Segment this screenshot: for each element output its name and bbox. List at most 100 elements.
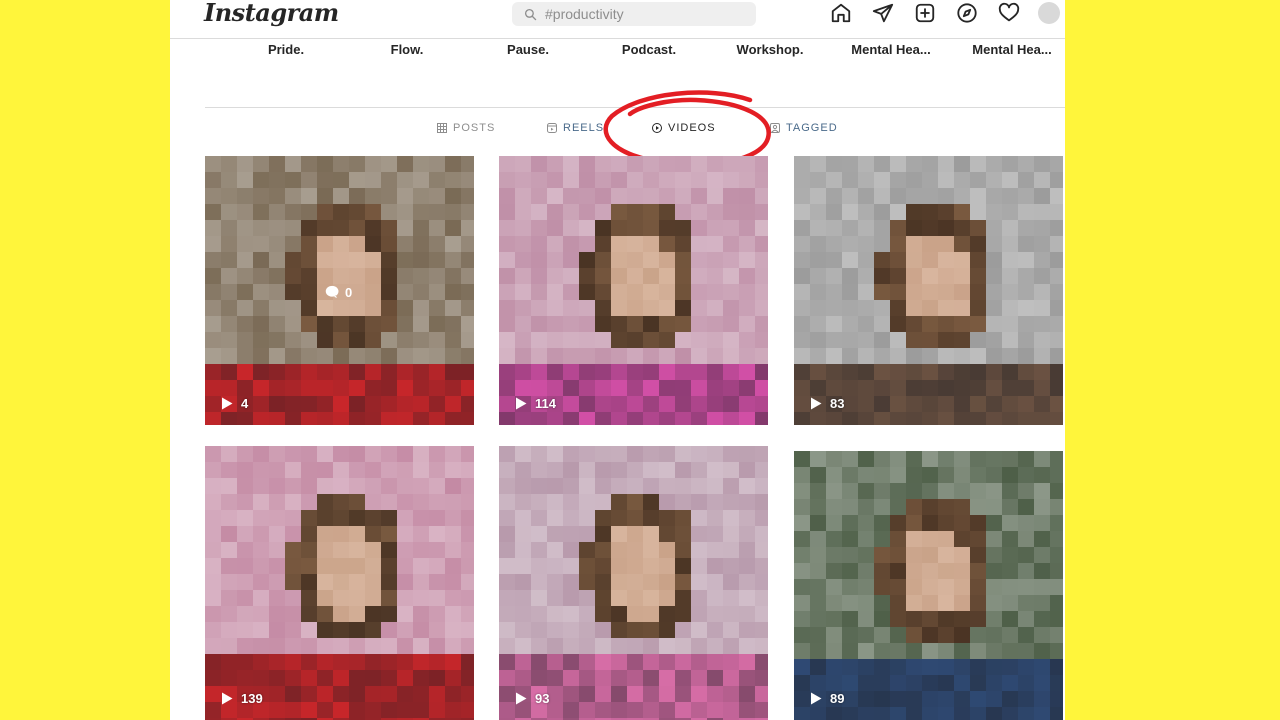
thumbnail-pixel — [285, 622, 301, 638]
thumbnail-pixel — [826, 156, 842, 172]
thumbnail-pixel — [723, 252, 739, 268]
explore-icon[interactable] — [954, 0, 980, 26]
tab-tagged-label: TAGGED — [786, 122, 838, 134]
thumbnail-pixel — [499, 300, 515, 316]
thumbnail-pixel — [515, 236, 531, 252]
thumbnail-pixel — [515, 300, 531, 316]
tab-tagged[interactable]: TAGGED — [770, 122, 838, 134]
thumbnail-pixel — [381, 702, 397, 718]
video-tile[interactable]: 83 — [794, 156, 1063, 425]
thumbnail-pixel — [221, 380, 237, 396]
thumbnail-pixel — [515, 574, 531, 590]
thumbnail-pixel — [349, 268, 365, 284]
thumbnail-pixel — [970, 204, 986, 220]
thumbnail-pixel — [429, 702, 445, 718]
send-icon[interactable] — [870, 0, 896, 26]
thumbnail-pixel — [221, 494, 237, 510]
highlight-mental-health-1[interactable]: Mental Hea... — [835, 42, 947, 57]
thumbnail-pixel — [874, 236, 890, 252]
thumbnail-pixel — [691, 446, 707, 462]
thumbnail-pixel — [531, 478, 547, 494]
tagged-icon — [770, 123, 780, 133]
thumbnail-pixel — [627, 284, 643, 300]
thumbnail-pixel — [1050, 364, 1063, 380]
highlight-podcast[interactable]: Podcast. — [593, 42, 705, 57]
thumbnail-pixel — [874, 659, 890, 675]
thumbnail-pixel — [397, 686, 413, 702]
thumbnail-pixel — [499, 494, 515, 510]
thumbnail-pixel — [1050, 611, 1063, 627]
video-tile[interactable]: 114 — [499, 156, 768, 425]
thumbnail-pixel — [595, 526, 611, 542]
thumbnail-pixel — [611, 396, 627, 412]
thumbnail-pixel — [954, 531, 970, 547]
thumbnail-pixel — [826, 563, 842, 579]
video-tile[interactable]: 139 — [205, 446, 474, 720]
thumbnail-pixel — [723, 332, 739, 348]
thumbnail-pixel — [986, 515, 1002, 531]
video-tile[interactable]: 0 4 — [205, 156, 474, 425]
thumbnail-pixel — [365, 172, 381, 188]
thumbnail-pixel — [237, 172, 253, 188]
thumbnail-pixel — [938, 675, 954, 691]
thumbnail-pixel — [445, 462, 461, 478]
thumbnail-pixel — [429, 494, 445, 510]
tab-videos[interactable]: VIDEOS — [652, 122, 716, 134]
tab-posts[interactable]: POSTS — [437, 122, 495, 134]
highlight-workshop[interactable]: Workshop. — [714, 42, 826, 57]
thumbnail-pixel — [445, 236, 461, 252]
thumbnail-pixel — [269, 510, 285, 526]
thumbnail-pixel — [954, 268, 970, 284]
thumbnail-pixel — [1018, 348, 1034, 364]
thumbnail-pixel — [707, 220, 723, 236]
thumbnail-pixel — [221, 268, 237, 284]
home-icon[interactable] — [828, 0, 854, 26]
thumbnail-pixel — [810, 499, 826, 515]
thumbnail-pixel — [253, 670, 269, 686]
thumbnail-pixel — [563, 558, 579, 574]
thumbnail-pixel — [858, 204, 874, 220]
thumbnail-pixel — [970, 156, 986, 172]
thumbnail-pixel — [579, 462, 595, 478]
avatar[interactable] — [1038, 2, 1060, 24]
thumbnail-pixel — [515, 316, 531, 332]
thumbnail-pixel — [531, 526, 547, 542]
thumbnail-pixel — [461, 574, 474, 590]
video-tile[interactable]: 93 — [499, 446, 768, 720]
thumbnail-pixel — [826, 531, 842, 547]
thumbnail-pixel — [461, 478, 474, 494]
thumbnail-pixel — [755, 220, 768, 236]
thumbnail-pixel — [349, 348, 365, 364]
thumbnail-pixel — [858, 467, 874, 483]
highlight-mental-health-2[interactable]: Mental Hea... — [956, 42, 1065, 57]
thumbnail-pixel — [922, 579, 938, 595]
instagram-logo[interactable]: Instagram — [204, 0, 339, 27]
thumbnail-pixel — [397, 574, 413, 590]
highlight-pause[interactable]: Pause. — [472, 42, 584, 57]
thumbnail-pixel — [739, 622, 755, 638]
thumbnail-pixel — [365, 494, 381, 510]
thumbnail-pixel — [397, 284, 413, 300]
thumbnail-pixel — [1050, 627, 1063, 643]
thumbnail-pixel — [445, 542, 461, 558]
thumbnail-pixel — [1018, 412, 1034, 425]
thumbnail-pixel — [365, 654, 381, 670]
view-count: 4 — [221, 396, 248, 411]
search-box[interactable] — [512, 2, 756, 26]
thumbnail-pixel — [643, 188, 659, 204]
thumbnail-pixel — [269, 702, 285, 718]
thumbnail-pixel — [755, 236, 768, 252]
thumbnail-pixel — [842, 451, 858, 467]
search-input[interactable] — [545, 6, 735, 22]
highlight-pride[interactable]: Pride. — [230, 42, 342, 57]
thumbnail-pixel — [205, 412, 221, 425]
thumbnail-pixel — [595, 252, 611, 268]
thumbnail-pixel — [317, 686, 333, 702]
tab-reels[interactable]: REELS — [547, 122, 604, 134]
video-tile[interactable]: 89 — [794, 451, 1063, 720]
highlight-flow[interactable]: Flow. — [351, 42, 463, 57]
thumbnail-pixel — [755, 494, 768, 510]
thumbnail-pixel — [333, 558, 349, 574]
heart-icon[interactable] — [996, 0, 1022, 26]
new-post-icon[interactable] — [912, 0, 938, 26]
